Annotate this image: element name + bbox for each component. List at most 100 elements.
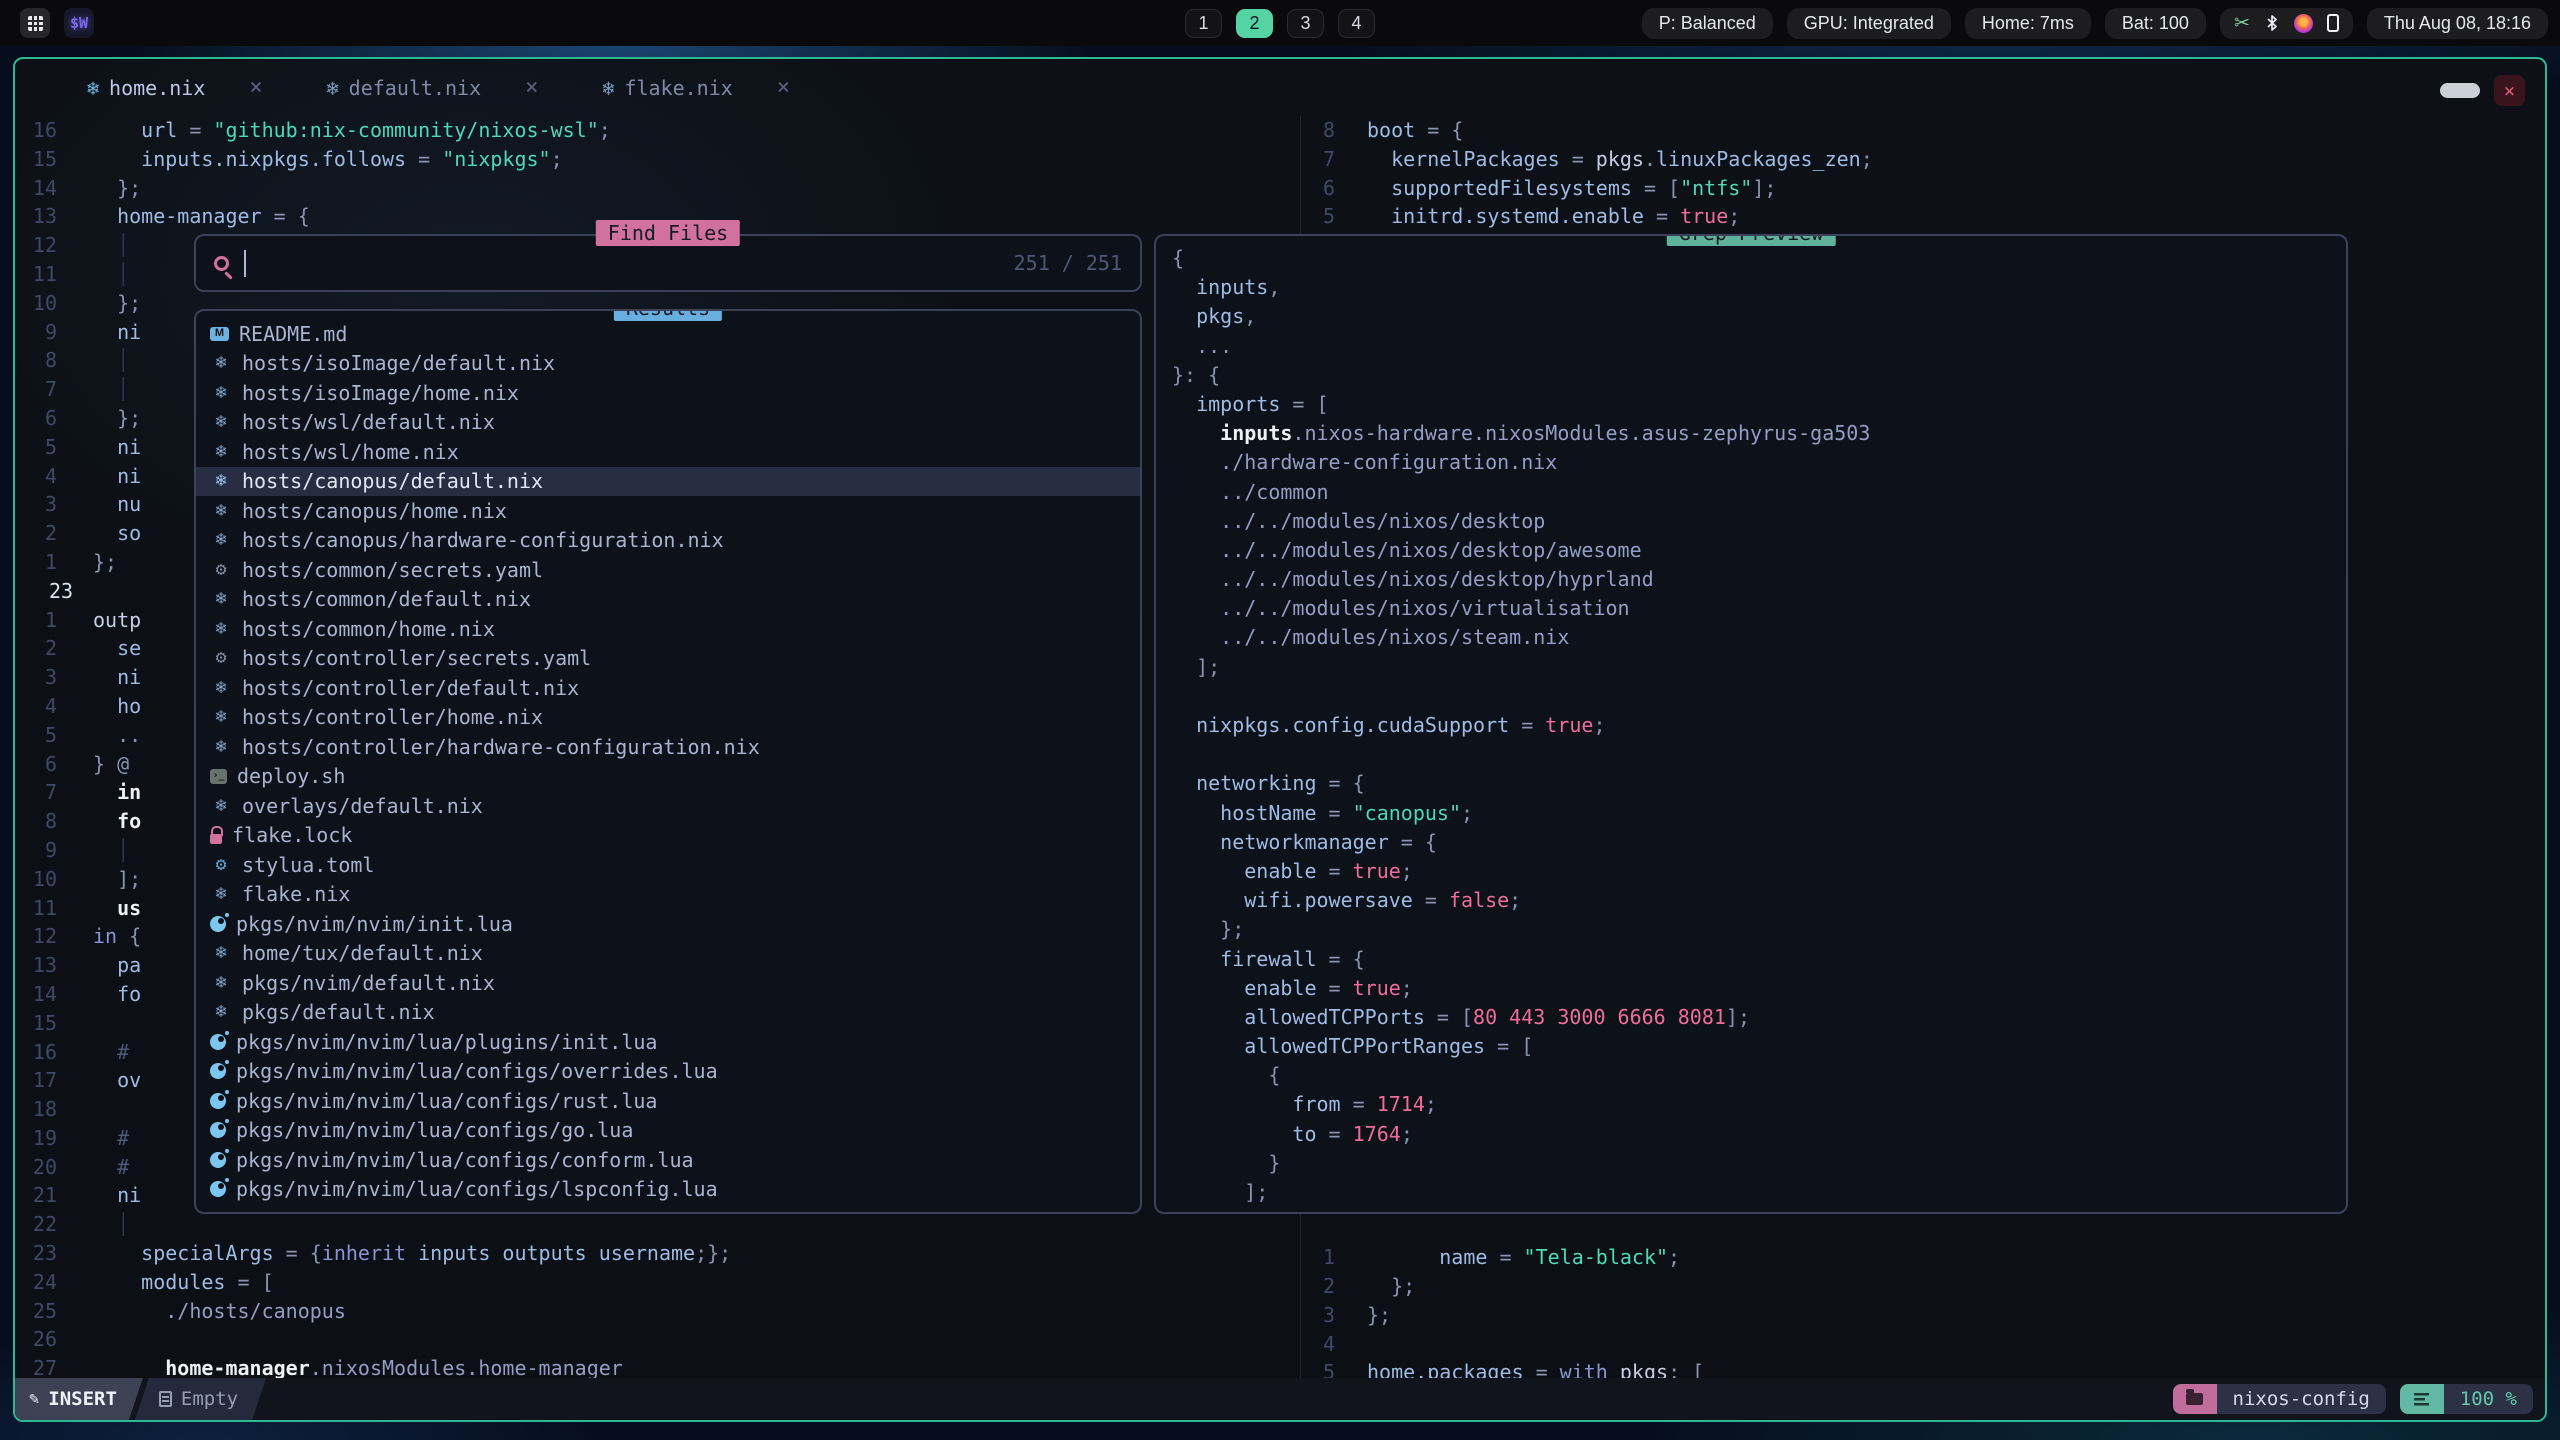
project-group: nixos-config: [2173, 1384, 2386, 1414]
tab-default-nix[interactable]: ❄ default.nix ×: [327, 75, 539, 100]
file-result[interactable]: ❄hosts/canopus/home.nix: [196, 496, 1140, 526]
clock-module[interactable]: Thu Aug 08, 18:16: [2367, 8, 2548, 39]
file-result-label: hosts/controller/hardware-configuration.…: [242, 735, 760, 759]
sw-workspace-button[interactable]: $W: [64, 8, 94, 38]
tab-close-icon[interactable]: ×: [777, 75, 790, 100]
file-result-label: deploy.sh: [237, 764, 345, 788]
file-result[interactable]: ❄hosts/controller/home.nix: [196, 703, 1140, 733]
file-result-label: overlays/default.nix: [242, 794, 483, 818]
close-window-button[interactable]: ×: [2494, 75, 2525, 106]
code-line: 23 specialArgs = {inherit inputs outputs…: [15, 1239, 1299, 1268]
file-result[interactable]: pkgs/nvim/nvim/lua/configs/lspconfig.lua: [196, 1175, 1140, 1205]
file-result[interactable]: ❄hosts/common/home.nix: [196, 614, 1140, 644]
file-result[interactable]: ›_deploy.sh: [196, 762, 1140, 792]
file-result[interactable]: ❄hosts/wsl/home.nix: [196, 437, 1140, 467]
line-number: 24: [15, 1268, 79, 1297]
tab-home-nix[interactable]: ❄ home.nix ×: [87, 75, 263, 100]
file-result[interactable]: ❄flake.nix: [196, 880, 1140, 910]
workspace-button-2[interactable]: 2: [1236, 9, 1273, 38]
file-result[interactable]: ⚙hosts/controller/secrets.yaml: [196, 644, 1140, 674]
file-result[interactable]: ❄hosts/controller/default.nix: [196, 673, 1140, 703]
power-profile-module[interactable]: P: Balanced: [1642, 8, 1773, 39]
code-line: firewall = {: [1172, 945, 2346, 974]
file-result[interactable]: MREADME.md: [196, 319, 1140, 349]
find-files-prompt[interactable]: Find Files 251 / 251: [194, 234, 1142, 292]
line-number: 27: [15, 1354, 79, 1378]
file-result[interactable]: flake.lock: [196, 821, 1140, 851]
file-result-label: pkgs/nvim/nvim/lua/configs/go.lua: [236, 1118, 633, 1142]
file-result-label: hosts/common/home.nix: [242, 617, 495, 641]
file-result[interactable]: ❄ pkgs/nvim/default.nix: [196, 968, 1140, 998]
lines-segment: [2400, 1384, 2444, 1414]
code-line: [1172, 682, 2346, 711]
result-count: 251 / 251: [1014, 251, 1122, 275]
file-result[interactable]: ❄home/tux/default.nix: [196, 939, 1140, 969]
file-result[interactable]: ⚙stylua.toml: [196, 850, 1140, 880]
line-number: 8: [1301, 116, 1351, 145]
line-number: 7: [15, 375, 79, 404]
pencil-icon: ✎: [29, 1389, 39, 1409]
file-result-label: hosts/controller/home.nix: [242, 705, 543, 729]
tab-close-icon[interactable]: ×: [249, 75, 262, 100]
code-line: ../../modules/nixos/virtualisation: [1172, 594, 2346, 623]
file-result[interactable]: ⚙hosts/common/secrets.yaml: [196, 555, 1140, 585]
file-result[interactable]: pkgs/nvim/nvim/lua/configs/conform.lua: [196, 1145, 1140, 1175]
ping-module[interactable]: Home: 7ms: [1965, 8, 2091, 39]
file-result[interactable]: pkgs/nvim/nvim/lua/plugins/init.lua: [196, 1027, 1140, 1057]
nix-file-icon: ❄: [210, 974, 232, 992]
code-line: ../../modules/nixos/steam.nix: [1172, 623, 2346, 652]
screenshot-icon[interactable]: ✂: [2234, 14, 2250, 33]
nix-file-icon: ❄: [210, 413, 232, 431]
file-result[interactable]: ❄hosts/isoImage/default.nix: [196, 349, 1140, 379]
file-result[interactable]: ❄hosts/common/default.nix: [196, 585, 1140, 615]
file-result-label: hosts/wsl/home.nix: [242, 440, 459, 464]
bluetooth-icon[interactable]: [2264, 14, 2280, 32]
progress-group: 100 %: [2400, 1384, 2533, 1414]
line-number: 7: [15, 778, 79, 807]
file-result-label: pkgs/nvim/default.nix: [242, 971, 495, 995]
code-line: ];: [1172, 653, 2346, 682]
code-line: 1 name = "Tela-black";: [1301, 1243, 2545, 1272]
file-result[interactable]: pkgs/nvim/nvim/lua/configs/overrides.lua: [196, 1057, 1140, 1087]
workspace-button-3[interactable]: 3: [1287, 9, 1324, 38]
preview-code: { inputs, pkgs, ...}: { imports = [ inpu…: [1172, 244, 2346, 1207]
phone-icon[interactable]: [2327, 14, 2339, 32]
file-result[interactable]: ❄hosts/canopus/hardware-configuration.ni…: [196, 526, 1140, 556]
file-result[interactable]: pkgs/nvim/nvim/init.lua: [196, 909, 1140, 939]
gpu-module[interactable]: GPU: Integrated: [1787, 8, 1951, 39]
file-result[interactable]: ❄hosts/wsl/default.nix: [196, 408, 1140, 438]
workspace-button-1[interactable]: 1: [1185, 9, 1222, 38]
tab-label: flake.nix: [624, 76, 732, 100]
workspace-switcher: 1234: [1185, 9, 1375, 38]
app-launcher-button[interactable]: [20, 8, 50, 38]
line-number: 14: [15, 980, 79, 1009]
file-result[interactable]: ❄overlays/default.nix: [196, 791, 1140, 821]
md-file-icon: M: [210, 327, 229, 341]
line-number: 6: [15, 404, 79, 433]
nix-file-icon: ❄: [210, 384, 232, 402]
code-line: pkgs,: [1172, 302, 2346, 331]
code-line: 22 │: [15, 1210, 1299, 1239]
nix-file-icon: ❄: [210, 1003, 232, 1021]
file-result[interactable]: ❄hosts/controller/hardware-configuration…: [196, 732, 1140, 762]
color-temp-icon[interactable]: [2294, 14, 2313, 33]
file-result[interactable]: pkgs/nvim/nvim/lua/configs/rust.lua: [196, 1086, 1140, 1116]
tab-close-icon[interactable]: ×: [525, 75, 538, 100]
grep-preview-title: Grep Preview: [1667, 234, 1836, 246]
line-number: 23: [15, 1239, 79, 1268]
file-result[interactable]: ❄hosts/canopus/default.nix: [196, 467, 1140, 497]
line-number: 8: [15, 807, 79, 836]
tab-flake-nix[interactable]: ❄ flake.nix ×: [602, 75, 790, 100]
battery-module[interactable]: Bat: 100: [2105, 8, 2206, 39]
tray-module[interactable]: ✂: [2220, 8, 2353, 39]
file-result[interactable]: ❄pkgs/default.nix: [196, 998, 1140, 1028]
line-number: 18: [15, 1095, 79, 1124]
file-result[interactable]: pkgs/nvim/nvim/lua/configs/go.lua: [196, 1116, 1140, 1146]
line-number: 22: [15, 1210, 79, 1239]
workspace-button-4[interactable]: 4: [1338, 9, 1375, 38]
code-line: enable = true;: [1172, 974, 2346, 1003]
file-result[interactable]: ❄hosts/isoImage/home.nix: [196, 378, 1140, 408]
code-line: ../common: [1172, 478, 2346, 507]
nix-file-icon: ❄: [210, 354, 232, 372]
minimize-pill-button[interactable]: [2440, 83, 2480, 98]
